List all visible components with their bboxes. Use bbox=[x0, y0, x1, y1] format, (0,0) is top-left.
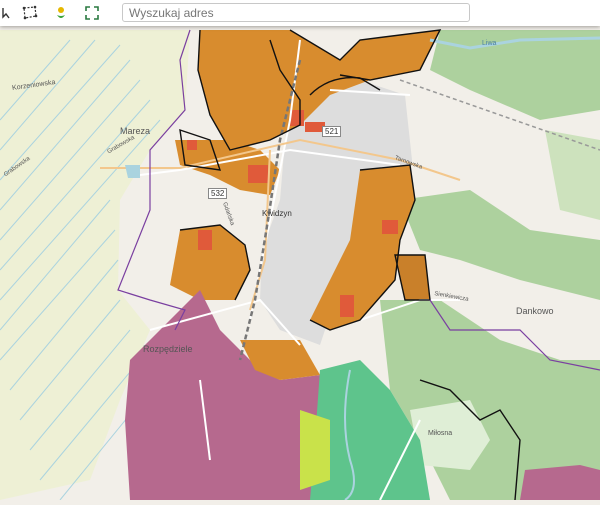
place-label-milosna: Miłosna bbox=[428, 430, 453, 437]
map-toolbar bbox=[0, 0, 600, 26]
place-label-mareza: Mareza bbox=[120, 126, 151, 136]
place-label-rozpedziele: Rozpędziele bbox=[143, 344, 193, 354]
river-label-liwa: Liwa bbox=[482, 40, 497, 47]
select-tool-icon[interactable] bbox=[0, 2, 18, 24]
road-shield-521: 521 bbox=[322, 126, 342, 137]
road-shield-532: 532 bbox=[208, 188, 228, 199]
polygon-select-icon[interactable] bbox=[19, 2, 41, 24]
place-label-kwidzyn: Kwidzyn bbox=[262, 209, 292, 218]
map-canvas[interactable]: Mareza Kwidzyn Rozpędziele Dankowo Miłos… bbox=[0, 26, 600, 501]
place-label-dankowo: Dankowo bbox=[516, 306, 554, 316]
address-search-input[interactable] bbox=[122, 3, 470, 22]
map-layers bbox=[0, 26, 600, 501]
fullscreen-icon[interactable] bbox=[81, 2, 103, 24]
locate-icon[interactable] bbox=[50, 2, 72, 24]
